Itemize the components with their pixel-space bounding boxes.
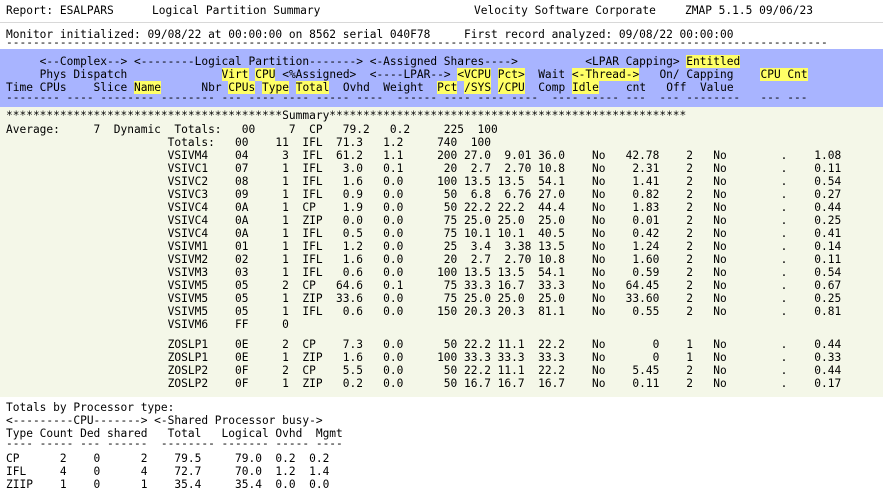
monitor-info-bar: Monitor initialized: 09/08/22 at 00:00:0…	[0, 23, 883, 49]
header-virt: Virt	[221, 68, 249, 81]
table-row: VSIVC3 09 1 IFL 0.9 0.0 50 6.8 6.76 27.0…	[6, 188, 842, 201]
table-row: VSIVC4 0A 1 CP 1.9 0.0 50 22.2 22.2 44.4…	[6, 201, 842, 214]
header-pct: Pct>	[497, 68, 525, 81]
product-version: ZMAP 5.1.5 09/06/23	[685, 4, 813, 17]
totals-row: IFL 4 0 4 72.7 70.0 1.2 1.4	[6, 465, 330, 478]
table-row: VSIVM4 04 3 IFL 61.2 1.1 200 27.0 9.01 3…	[6, 149, 842, 162]
report-title-bar: Report: ESALPARS Logical Partition Summa…	[0, 0, 883, 22]
totals-title: Totals by Processor type:	[6, 401, 175, 414]
table-row: VSIVM2 02 1 IFL 1.6 0.0 20 2.7 2.70 10.8…	[6, 253, 842, 266]
table-row: VSIVM3 03 1 IFL 0.6 0.0 100 13.5 13.5 54…	[6, 266, 842, 279]
totals-underline: ---- ----- --- ------ -------- ------- -…	[6, 439, 343, 448]
report-title: Logical Partition Summary	[152, 4, 321, 17]
table-row: VSIVC2 08 1 IFL 1.6 0.0 100 13.5 13.5 54…	[6, 175, 842, 188]
monitor-dashes: ----------------------------------------…	[6, 39, 828, 47]
header-row-1: <--Complex--> <--------Logical Partition…	[6, 55, 741, 68]
summary-banner: ****************************************…	[6, 109, 687, 122]
column-header: <--Complex--> <--------Logical Partition…	[0, 49, 883, 107]
table-row: VSIVM1 01 1 IFL 1.2 0.0 25 3.4 3.38 13.5…	[6, 240, 842, 253]
table-row: VSIVM5 05 1 IFL 0.6 0.0 150 20.3 20.3 81…	[6, 305, 842, 318]
table-row: ZOSLP2 0F 2 CP 5.5 0.0 50 22.2 11.1 22.2…	[6, 364, 842, 377]
table-row: VSIVC4 0A 1 ZIP 0.0 0.0 75 25.0 25.0 25.…	[6, 214, 842, 227]
table-row: Average: 7 Dynamic Totals: 00 7 CP 79.2 …	[6, 123, 498, 136]
table-row: Totals: 00 11 IFL 71.3 1.2 740 100	[6, 136, 491, 149]
vendor-name: Velocity Software Corporate	[474, 4, 656, 17]
table-row: VSIVM5 05 2 CP 64.6 0.1 75 33.3 16.7 33.…	[6, 279, 842, 292]
header-underline: -------- ---- -------- -------- --- ----…	[6, 93, 808, 103]
header-cpu-cnt: CPU Cnt	[760, 68, 808, 81]
table-row: VSIVM5 05 1 ZIP 33.6 0.0 75 25.0 25.0 25…	[6, 292, 842, 305]
table-row: ZOSLP1 0E 1 ZIP 1.6 0.0 100 33.3 33.3 33…	[6, 351, 842, 364]
report-name: Report: ESALPARS	[6, 4, 114, 17]
header-vcpu: <VCPU	[457, 68, 492, 81]
table-row: VSIVM6 FF 0	[6, 318, 289, 331]
header-thread: <-Thread->	[571, 68, 640, 81]
table-row: ZOSLP2 0F 1 ZIP 0.2 0.0 50 16.7 16.7 16.…	[6, 377, 842, 390]
header-row-2: Phys Dispatch Virt CPU <%Assigned> <----…	[6, 68, 808, 81]
table-row: ZOSLP1 0E 2 CP 7.3 0.0 50 22.2 11.1 22.2…	[6, 338, 842, 351]
totals-row: CP 2 0 2 79.5 79.0 0.2 0.2	[6, 452, 330, 465]
table-row: VSIVC1 07 1 IFL 3.0 0.1 20 2.7 2.70 10.8…	[6, 162, 842, 175]
totals-row: ZIIP 1 0 1 35.4 35.4 0.0 0.0	[6, 478, 330, 491]
header-cpu: CPU	[255, 68, 276, 81]
processor-totals: Totals by Processor type: <---------CPU-…	[0, 397, 883, 496]
totals-header-1: <---------CPU-------> <-Shared Processor…	[6, 414, 323, 427]
header-entitled: Entitled	[686, 55, 741, 68]
table-row: VSIVC4 0A 1 IFL 0.5 0.0 75 10.1 10.1 40.…	[6, 227, 842, 240]
partition-table: ****************************************…	[0, 107, 883, 397]
